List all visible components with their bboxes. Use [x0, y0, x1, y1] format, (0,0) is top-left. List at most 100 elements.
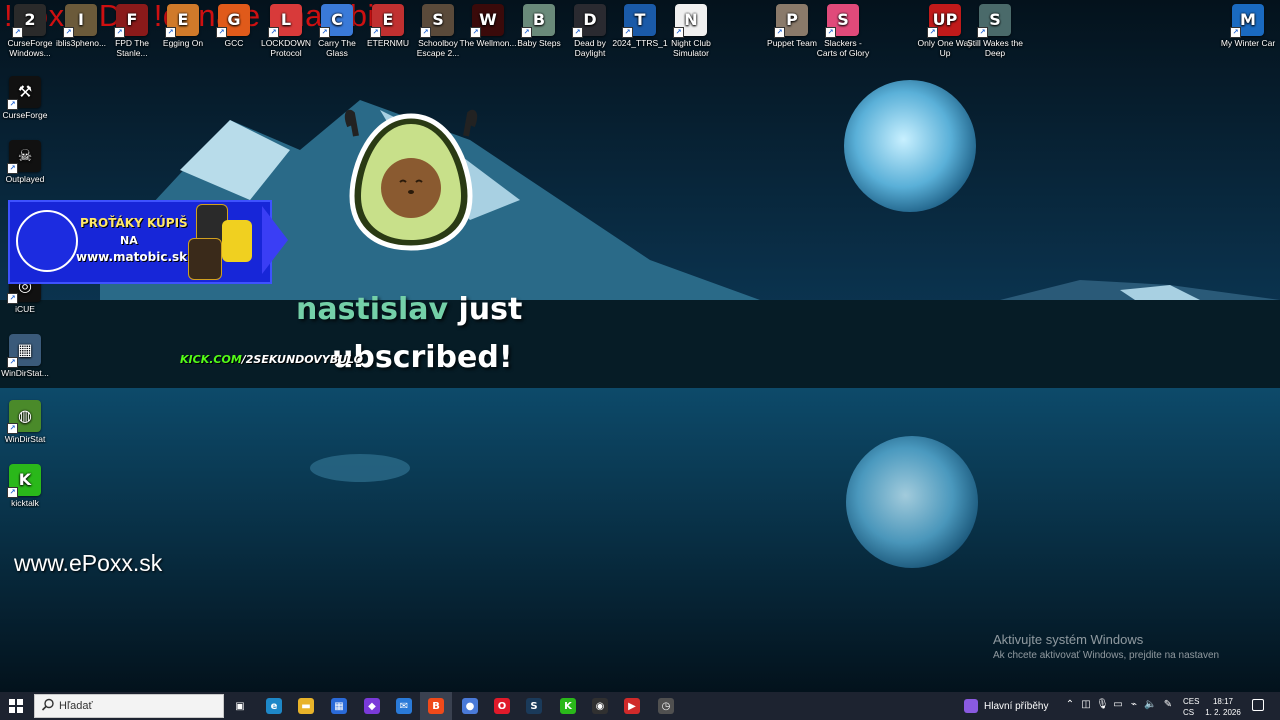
app-glyph: S — [530, 700, 538, 712]
desktop-icon[interactable]: K ↗ kicktalk — [0, 464, 55, 508]
desktop-icon-label: Night Club Simulator — [671, 38, 711, 58]
game-icon: N ↗ — [673, 4, 707, 38]
desktop-icon[interactable]: ⚒ ↗ CurseForge — [0, 76, 55, 120]
gcc-icon: G ↗ — [216, 4, 250, 38]
game-icon: E ↗ — [370, 4, 404, 38]
icon-glyph: T — [634, 10, 646, 29]
shortcut-arrow-icon: ↗ — [165, 27, 176, 38]
news-widget[interactable]: Hlavní příběhy — [964, 696, 1048, 716]
game-icon: T ↗ — [622, 4, 656, 38]
alert-username: nastislav — [296, 292, 449, 327]
app-glyph: O — [497, 700, 507, 712]
opera-icon: O — [494, 698, 510, 714]
promo-line-2: NA — [120, 234, 138, 247]
game-icon: S ↗ — [825, 4, 859, 38]
icon-glyph: D — [583, 10, 597, 29]
subscription-alert-line-1: nastislav just — [296, 292, 522, 327]
steam-icon: S — [526, 698, 542, 714]
windirstat-icon: ◍ ↗ — [7, 400, 41, 434]
microphone-icon[interactable]: 🎙 — [1096, 699, 1109, 713]
game-icon: B ↗ — [521, 4, 555, 38]
desktop-icon[interactable]: S ↗ Slackers - Carts of Glory — [813, 4, 873, 58]
icon-glyph: 2 — [24, 10, 36, 29]
start-button[interactable] — [0, 692, 32, 720]
taskbar-search-box[interactable]: Hľadať — [34, 694, 224, 718]
kick-icon: K — [560, 698, 576, 714]
outplayed-icon: ☠ ↗ — [7, 140, 41, 174]
icon-glyph: ▦ — [17, 340, 33, 359]
kick-channel-tag: KICK.COM/2SEKUNDOVYBULO — [180, 353, 363, 366]
opera-button[interactable]: O — [486, 692, 518, 720]
explorer-button[interactable]: ▬ — [290, 692, 322, 720]
game-icon: I ↗ — [63, 4, 97, 38]
shortcut-arrow-icon: ↗ — [1230, 27, 1241, 38]
desktop-icon-label: CurseForge — [2, 110, 48, 120]
edge-icon: e — [266, 698, 282, 714]
mail-button[interactable]: ✉ — [388, 692, 420, 720]
curseforge-icon: 2 ↗ — [12, 4, 46, 38]
desktop-icon-label: Slackers - Carts of Glory — [816, 38, 870, 58]
desktop-wallpaper — [0, 0, 1280, 692]
desktop-icon-label: GCC — [224, 38, 244, 48]
volume-icon[interactable]: 🔈 — [1144, 699, 1156, 713]
taskbar: Hľadať ▣ e ▬ ▦ ◆ ✉ B ● O S K ◉ ▶ ◷ Hlavní příběhy ⌃ ◫… — [0, 692, 1280, 720]
icon-glyph: W — [479, 10, 497, 29]
promo-arrow-shape — [262, 206, 288, 274]
app-glyph: ▣ — [235, 700, 245, 712]
desktop-icon-label: WinDirStat... — [1, 368, 49, 378]
desktop-icon[interactable]: S ↗ Still Wakes the Deep — [965, 4, 1025, 58]
app-button[interactable]: ● — [454, 692, 486, 720]
game-icon: D ↗ — [572, 4, 606, 38]
tray-overflow-chevron-icon[interactable]: ⌃ — [1064, 699, 1076, 713]
shortcut-arrow-icon: ↗ — [63, 27, 74, 38]
kick-button[interactable]: K — [552, 692, 584, 720]
shortcut-arrow-icon: ↗ — [216, 27, 227, 38]
display-icon[interactable]: ▭ — [1112, 699, 1124, 713]
shortcut-arrow-icon: ↗ — [470, 27, 481, 38]
app-glyph: B — [432, 700, 440, 712]
brave-button[interactable]: B — [420, 692, 452, 720]
search-placeholder: Hľadať — [59, 700, 93, 712]
promo-line-1: PROŤÁKY KÚPIŠ — [80, 216, 188, 230]
input-language-line2[interactable]: CS — [1183, 708, 1194, 717]
app-glyph: ◉ — [595, 700, 605, 712]
windows-activation-watermark: Aktivujte systém Windows Ak chcete aktiv… — [993, 632, 1219, 661]
clock-time[interactable]: 18:17 — [1203, 697, 1243, 706]
app-glyph: ● — [465, 700, 475, 712]
store-button[interactable]: ▦ — [323, 692, 355, 720]
tray-app-icon[interactable]: ◫ — [1080, 699, 1092, 713]
shortcut-arrow-icon: ↗ — [7, 163, 18, 174]
taskview-button[interactable]: ▣ — [224, 692, 256, 720]
obs-button[interactable]: ◉ — [584, 692, 616, 720]
icon-glyph: S — [432, 10, 444, 29]
desktop-icon[interactable]: N ↗ Night Club Simulator — [661, 4, 721, 58]
shortcut-arrow-icon: ↗ — [7, 423, 18, 434]
kick-suffix: /2SEKUNDOVYBULO — [241, 353, 363, 366]
clock-app-button[interactable]: ◷ — [650, 692, 682, 720]
edge-button[interactable]: e — [258, 692, 290, 720]
network-icon[interactable]: ⌁ — [1128, 699, 1140, 713]
icon-glyph: UP — [932, 10, 958, 29]
news-label: Hlavní příběhy — [984, 700, 1049, 712]
pen-icon[interactable]: ✎ — [1162, 699, 1174, 713]
input-language-line1[interactable]: CES — [1183, 697, 1199, 706]
icon-glyph: F — [126, 10, 138, 29]
desktop-icon-label: WinDirStat — [4, 434, 46, 444]
desktop-icon[interactable]: M ↗ My Winter Car — [1218, 4, 1278, 48]
store-icon: ▦ — [331, 698, 347, 714]
app-icon: ● — [462, 698, 478, 714]
shortcut-arrow-icon: ↗ — [7, 487, 18, 498]
desktop-icon[interactable]: ☠ ↗ Outplayed — [0, 140, 55, 184]
search-icon — [41, 698, 54, 711]
desktop-icon[interactable]: ◍ ↗ WinDirStat — [0, 400, 55, 444]
m365-button[interactable]: ◆ — [356, 692, 388, 720]
notification-center-icon[interactable] — [1252, 699, 1264, 711]
game-icon: F ↗ — [114, 4, 148, 38]
clock-date[interactable]: 1. 2. 2026 — [1203, 708, 1243, 717]
streamer-button[interactable]: ▶ — [616, 692, 648, 720]
desktop-icon[interactable]: ▦ ↗ WinDirStat... — [0, 334, 55, 378]
desktop-icon[interactable]: G ↗ GCC — [204, 4, 264, 48]
steam-button[interactable]: S — [518, 692, 550, 720]
curseforge-icon: ⚒ ↗ — [7, 76, 41, 110]
supplement-jar — [188, 238, 222, 280]
